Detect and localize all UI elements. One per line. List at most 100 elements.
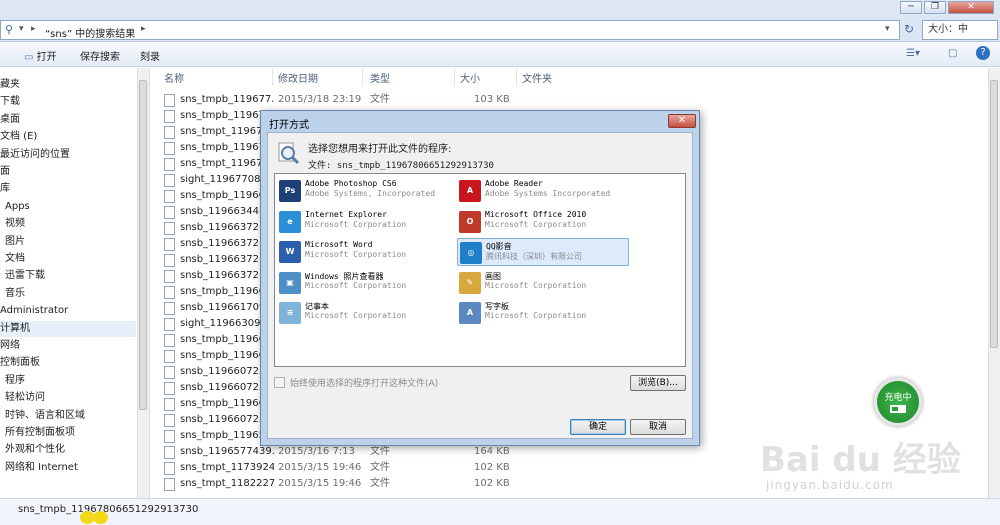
dialog-body: 选择您想用来打开此文件的程序: 文件: sns_tmpb_11967806651… bbox=[267, 132, 693, 439]
view-options-icon[interactable]: ☰▾ bbox=[906, 48, 920, 59]
dialog-close-button[interactable]: ✕ bbox=[668, 114, 696, 128]
nav-item[interactable]: 程序 bbox=[5, 373, 25, 389]
column-separator[interactable] bbox=[516, 68, 517, 86]
program-item[interactable]: ◎ QQ影音 腾讯科技（深圳）有限公司 bbox=[457, 238, 629, 266]
file-name: sns_tmpt_1182227... bbox=[180, 478, 274, 489]
nav-item[interactable]: 文档 bbox=[5, 251, 25, 267]
preview-pane-icon[interactable]: ▢ bbox=[948, 48, 957, 59]
column-header-name[interactable]: 名称 bbox=[164, 70, 184, 85]
battery-charging-badge[interactable]: 充电中 bbox=[874, 378, 922, 426]
nav-item[interactable]: 文档 (E) bbox=[0, 129, 37, 145]
program-company: Microsoft Corporation bbox=[305, 219, 407, 229]
nav-item[interactable]: 视频 bbox=[5, 216, 25, 232]
chevron-down-icon[interactable]: ▾ bbox=[19, 24, 24, 34]
file-icon bbox=[164, 206, 175, 219]
browse-button[interactable]: 浏览(B)... bbox=[630, 375, 686, 391]
close-button[interactable]: ✕ bbox=[948, 1, 994, 14]
program-item[interactable]: Ps Adobe Photoshop CS6 Adobe Systems, Inco… bbox=[277, 177, 449, 205]
ok-button[interactable]: 确定 bbox=[570, 419, 626, 435]
file-name: snsb_1196577439... bbox=[180, 446, 274, 457]
file-row[interactable]: sns_tmpt_1173924... 2015/3/15 19:46 文件 102 … bbox=[164, 460, 584, 476]
address-path[interactable]: “sns” 中的搜索结果 bbox=[45, 25, 135, 40]
nav-item[interactable]: 计算机 bbox=[0, 320, 136, 337]
file-date: 2015/3/15 19:46 bbox=[278, 478, 362, 489]
column-header-date[interactable]: 修改日期 bbox=[278, 70, 318, 85]
column-separator[interactable] bbox=[362, 68, 363, 86]
file-icon bbox=[164, 110, 175, 123]
nav-item[interactable]: 库 bbox=[0, 181, 10, 197]
dialog-prompt: 选择您想用来打开此文件的程序: bbox=[308, 144, 452, 155]
program-company: Adobe Systems, Incorporated bbox=[305, 189, 436, 198]
nav-item[interactable]: 桌面 bbox=[0, 112, 20, 128]
program-company: 腾讯科技（深圳）有限公司 bbox=[486, 252, 582, 261]
nav-item[interactable]: 藏夹 bbox=[0, 77, 20, 93]
program-item[interactable]: A 写字板 Microsoft Corporation bbox=[457, 299, 629, 327]
always-use-checkbox[interactable] bbox=[274, 377, 285, 388]
nav-scrollbar-thumb[interactable] bbox=[139, 80, 147, 410]
magnifier-icon bbox=[278, 142, 300, 165]
column-header-type[interactable]: 类型 bbox=[370, 70, 390, 85]
office-icon: O bbox=[459, 210, 481, 233]
file-icon bbox=[164, 478, 175, 491]
program-name: Internet Explorer bbox=[305, 209, 387, 219]
program-item[interactable]: A Adobe Reader Adobe Systems Incorporated bbox=[457, 177, 629, 205]
program-item[interactable]: ≡ 记事本 Microsoft Corporation bbox=[277, 299, 449, 327]
file-icon bbox=[164, 302, 175, 315]
open-button-label: 打开 bbox=[36, 52, 57, 63]
help-icon[interactable]: ? bbox=[976, 46, 990, 60]
nav-item[interactable]: 轻松访问 bbox=[5, 390, 45, 406]
column-separator[interactable] bbox=[272, 68, 273, 86]
restore-button[interactable]: ❐ bbox=[924, 1, 946, 14]
nav-item[interactable]: 下载 bbox=[0, 94, 20, 110]
program-company: Microsoft Corporation bbox=[305, 250, 407, 259]
nav-item[interactable]: 外观和个性化 bbox=[5, 442, 65, 458]
column-header-folder[interactable]: 文件夹 bbox=[522, 70, 552, 85]
program-item[interactable]: O Microsoft Office 2010 Microsoft Corporat… bbox=[457, 208, 629, 236]
program-company: Microsoft Corporation bbox=[485, 280, 587, 290]
address-bar-row: ⚲ ▾ ▸ “sns” 中的搜索结果 ▸ ▾ ↻ 大小：中 bbox=[0, 16, 1000, 42]
file-row[interactable]: sns_tmpb_119677... 2015/3/18 23:19 文件 103 K… bbox=[164, 92, 584, 108]
file-row[interactable]: sns_tmpt_1182227... 2015/3/15 19:46 文件 102 … bbox=[164, 476, 584, 492]
file-list-scrollbar-thumb[interactable] bbox=[990, 80, 998, 348]
program-item[interactable]: ✎ 画图 Microsoft Corporation bbox=[457, 269, 629, 297]
nav-item[interactable]: 图片 bbox=[5, 234, 25, 250]
nav-item[interactable]: 网络和 Internet bbox=[5, 460, 78, 476]
nav-item[interactable]: Administrator bbox=[0, 303, 68, 319]
file-name: sns_tmpt_1173924... bbox=[180, 462, 274, 473]
file-type: 文件 bbox=[370, 94, 390, 105]
nav-item[interactable]: 控制面板 bbox=[0, 355, 40, 371]
burn-button[interactable]: 刻录 bbox=[140, 48, 160, 63]
refresh-icon[interactable]: ↻ bbox=[904, 22, 914, 36]
address-bar[interactable]: ⚲ ▾ ▸ “sns” 中的搜索结果 ▸ ▾ bbox=[0, 20, 900, 40]
nav-item[interactable]: 所有控制面板项 bbox=[5, 425, 75, 441]
nav-item[interactable]: 迅雷下载 bbox=[5, 268, 45, 284]
nav-item[interactable]: 面 bbox=[0, 164, 10, 180]
nav-item[interactable]: Apps bbox=[5, 199, 30, 215]
file-icon bbox=[164, 446, 175, 459]
chevron-right-icon[interactable]: ▸ bbox=[141, 24, 146, 34]
file-icon bbox=[164, 142, 175, 155]
qq-player-icon: ◎ bbox=[460, 242, 482, 264]
save-search-button[interactable]: 保存搜索 bbox=[80, 48, 120, 63]
program-item[interactable]: ▣ Windows 照片查看器 Microsoft Corporation bbox=[277, 269, 449, 297]
details-pane: sns_tmpb_1196780665129291373​0 bbox=[0, 498, 1000, 525]
file-row[interactable]: snsb_1196577439... 2015/3/16 7:13 文件 164 KB bbox=[164, 444, 584, 460]
program-item[interactable]: e Internet Explorer Microsoft Corporation bbox=[277, 208, 449, 236]
program-item[interactable]: W Microsoft Word Microsoft Corporation bbox=[277, 238, 449, 266]
column-header-size[interactable]: 大小 bbox=[460, 70, 480, 85]
minimize-button[interactable]: ─ bbox=[900, 1, 922, 14]
baidu-watermark: Bai du 经验 bbox=[760, 440, 961, 480]
program-company: Adobe Systems Incorporated bbox=[485, 189, 611, 198]
dropdown-arrow-icon[interactable]: ▾ bbox=[885, 24, 890, 34]
nav-item[interactable]: 网络 bbox=[0, 338, 20, 354]
column-separator[interactable] bbox=[454, 68, 455, 86]
open-button[interactable]: ▭ 打开 bbox=[24, 48, 57, 63]
file-size: 102 KB bbox=[474, 462, 510, 473]
cancel-button[interactable]: 取消 bbox=[630, 419, 686, 435]
nav-item[interactable]: 音乐 bbox=[5, 286, 25, 302]
photoshop-icon: Ps bbox=[279, 180, 301, 202]
nav-item[interactable]: 时钟、语言和区域 bbox=[5, 408, 85, 424]
nav-item[interactable]: 最近访问的位置 bbox=[0, 147, 70, 163]
search-input[interactable]: 大小：中 bbox=[922, 20, 998, 40]
adobe-reader-icon: A bbox=[459, 180, 481, 202]
